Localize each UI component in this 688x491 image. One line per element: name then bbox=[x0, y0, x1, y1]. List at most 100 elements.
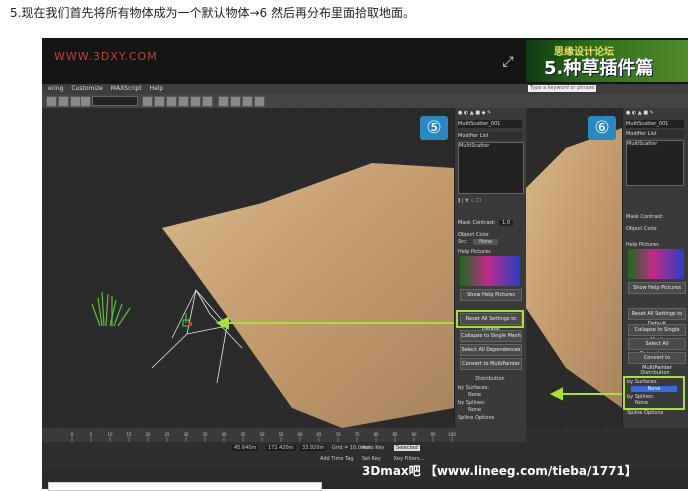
z-coordinate-field[interactable]: 33.920m bbox=[300, 445, 327, 451]
selection-set-dropdown[interactable] bbox=[92, 96, 138, 106]
right-convert-button[interactable]: Convert to MultiPainter bbox=[628, 352, 686, 371]
right-by-surfaces-label: by Surfaces: bbox=[627, 379, 659, 385]
convert-multipainter-button[interactable]: Convert to MultiPainter bbox=[460, 358, 522, 370]
toolbar-button-icon[interactable] bbox=[58, 96, 69, 107]
add-time-tag-button[interactable]: Add Time Tag bbox=[320, 456, 354, 462]
timeline-tick-label: 10 bbox=[107, 432, 113, 437]
toolbar-button-icon[interactable] bbox=[142, 96, 153, 107]
timeline-tick-label: 85 bbox=[392, 432, 398, 437]
mask-contrast-row: Mask Contrast: 1.0 bbox=[458, 220, 522, 226]
timeline-tick-label: 65 bbox=[316, 432, 322, 437]
screenshot-frame: WWW.3DXY.COM ⤢ 思缘设计论坛 5.种草插件篇 ering Cust… bbox=[42, 38, 688, 489]
y-coordinate-field[interactable]: 172.420m bbox=[266, 445, 296, 451]
modifier-stack: MultiScatter bbox=[458, 142, 524, 194]
right-mask-contrast-label: Mask Contrast: bbox=[626, 214, 664, 220]
timeline-tick-label: 15 bbox=[126, 432, 132, 437]
timeline-ruler[interactable]: 0 5 10 15 20 25 30 35 40 45 50 55 60 65 70 75 80 85 90 95 10… bbox=[42, 428, 526, 442]
menu-item-rendering[interactable]: ering bbox=[48, 84, 63, 94]
footer-watermark: 3Dmax吧 【www.lineeg.com/tieba/1771】 bbox=[362, 464, 637, 478]
by-surfaces-pick-button[interactable]: None bbox=[458, 392, 532, 398]
max-window-right: Type a keyword or phrase ⑥ ● ◐ ▲ ■ ✎ Mul… bbox=[526, 84, 688, 489]
toolbar-button-icon[interactable] bbox=[46, 96, 57, 107]
right-perspective-viewport[interactable]: ⑥ bbox=[526, 108, 622, 428]
toolbar-button-icon[interactable] bbox=[154, 96, 165, 107]
toolbar-button-icon[interactable] bbox=[190, 96, 201, 107]
perspective-viewport[interactable]: ⑤ bbox=[42, 108, 454, 428]
help-pictures-label: Help Pictures bbox=[458, 249, 491, 255]
right-modifier-stack: MultiScatter bbox=[626, 140, 684, 186]
main-toolbar bbox=[42, 94, 526, 108]
timeline-tick-label: 70 bbox=[335, 432, 341, 437]
right-modifier-list-dropdown[interactable]: Modifier List bbox=[626, 130, 684, 138]
help-picture-image bbox=[460, 256, 520, 286]
x-coordinate-field[interactable]: 45.640m bbox=[232, 445, 259, 451]
toolbar-button-icon[interactable] bbox=[202, 96, 213, 107]
timeline-tick-label: 20 bbox=[145, 432, 151, 437]
object-color-label: Object Color bbox=[458, 232, 489, 238]
menu-item-customize[interactable]: Customize bbox=[71, 84, 103, 94]
timeline-tick-label: 50 bbox=[259, 432, 265, 437]
banner-title: 5.种草插件篇 bbox=[544, 58, 654, 79]
right-stack-item[interactable]: MultiScatter bbox=[627, 141, 657, 147]
right-command-tabs: ● ◐ ▲ ■ ✎ bbox=[626, 110, 654, 116]
right-by-surfaces-pick-button[interactable]: None bbox=[631, 386, 677, 392]
stack-toolbar: ⫼ | ∀ ♢ ☐ bbox=[458, 198, 481, 204]
bottom-scrollbar[interactable] bbox=[48, 482, 322, 491]
auto-key-button[interactable]: Auto Key bbox=[362, 445, 384, 451]
expand-icon[interactable]: ⤢ bbox=[500, 54, 516, 70]
right-viewport-scene bbox=[526, 108, 622, 428]
toolbar-button-icon[interactable] bbox=[230, 96, 241, 107]
object-color-src-label: Src: bbox=[458, 239, 468, 245]
menu-item-help[interactable]: Help bbox=[150, 84, 164, 94]
menu-item-maxscript[interactable]: MAXScript bbox=[111, 84, 142, 94]
toolbar-button-icon[interactable] bbox=[80, 96, 91, 107]
right-show-help-button[interactable]: Show Help Pictures bbox=[628, 282, 686, 294]
mask-contrast-spinner[interactable]: 1.0 bbox=[499, 220, 514, 226]
right-object-color-label: Object Color bbox=[626, 226, 657, 232]
spline-options-label: Spline Options bbox=[458, 415, 495, 421]
toolbar-button-icon[interactable] bbox=[254, 96, 265, 107]
timeline-tick-label: 90 bbox=[411, 432, 417, 437]
mask-contrast-label: Mask Contrast: bbox=[458, 220, 496, 226]
right-command-panel: ● ◐ ▲ ■ ✎ MultiScatter_001 Modifier List… bbox=[622, 108, 688, 428]
toolbar-button-icon[interactable] bbox=[166, 96, 177, 107]
key-mode-dropdown[interactable]: Selected bbox=[394, 445, 420, 451]
toolbar-button-icon[interactable] bbox=[178, 96, 189, 107]
right-title-bar: Type a keyword or phrase bbox=[526, 84, 688, 94]
timeline-tick-label: 30 bbox=[183, 432, 189, 437]
timeline-tick-label: 80 bbox=[373, 432, 379, 437]
timeline-tick-label: 5 bbox=[90, 432, 93, 437]
right-collapse-mesh-button[interactable]: Collapse to Single Mesh bbox=[628, 324, 686, 343]
collapse-mesh-button[interactable]: Collapse to Single Mesh bbox=[460, 330, 522, 342]
top-band: WWW.3DXY.COM ⤢ 思缘设计论坛 5.种草插件篇 bbox=[42, 38, 688, 84]
right-by-splines-pick-button[interactable]: None bbox=[635, 400, 648, 406]
by-surfaces-label: by Surfaces: bbox=[458, 385, 490, 391]
command-panel-tabs: ● ◐ ▲ ■ ◆ ✎ bbox=[458, 110, 492, 116]
toolbar-button-icon[interactable] bbox=[218, 96, 229, 107]
object-name-field[interactable]: MultiScatter_001 bbox=[458, 120, 522, 128]
by-splines-pick-button[interactable]: None bbox=[458, 407, 532, 413]
show-help-pictures-button[interactable]: Show Help Pictures bbox=[460, 289, 522, 301]
search-input[interactable]: Type a keyword or phrase bbox=[528, 85, 596, 92]
right-object-name-field[interactable]: MultiScatter_001 bbox=[626, 120, 684, 128]
command-panel: ● ◐ ▲ ■ ◆ ✎ MultiScatter_001 Modifier Li… bbox=[454, 108, 527, 428]
step-badge-5: ⑤ bbox=[420, 116, 448, 140]
object-color-src-button[interactable]: None bbox=[473, 239, 499, 245]
distribution-rollout-title[interactable]: Distribution bbox=[458, 376, 522, 382]
right-reset-settings-button[interactable]: Reset All Settings to Default bbox=[628, 308, 686, 327]
title-banner: 思缘设计论坛 5.种草插件篇 bbox=[526, 40, 688, 82]
right-select-dependences-button[interactable]: Select All Dependences bbox=[628, 338, 686, 357]
right-help-picture-image bbox=[628, 249, 684, 279]
timeline-tick-label: 25 bbox=[164, 432, 170, 437]
right-help-pictures-label: Help Pictures bbox=[626, 242, 659, 248]
timeline-tick-label: 100 bbox=[448, 432, 456, 437]
by-splines-label: by Splines: bbox=[458, 400, 486, 406]
modifier-list-dropdown[interactable]: Modifier List bbox=[458, 132, 522, 140]
right-toolbar bbox=[526, 94, 688, 108]
toolbar-button-icon[interactable] bbox=[242, 96, 253, 107]
stack-item-multiscatter[interactable]: MultiScatter bbox=[459, 143, 489, 149]
timeline-tick-label: 40 bbox=[221, 432, 227, 437]
select-dependences-button[interactable]: Select All Dependences bbox=[460, 344, 522, 356]
timeline-tick-label: 0 bbox=[71, 432, 74, 437]
max-window-left: ering Customize MAXScript Help ⑤ ● ◐ ▲ ■… bbox=[42, 84, 527, 489]
